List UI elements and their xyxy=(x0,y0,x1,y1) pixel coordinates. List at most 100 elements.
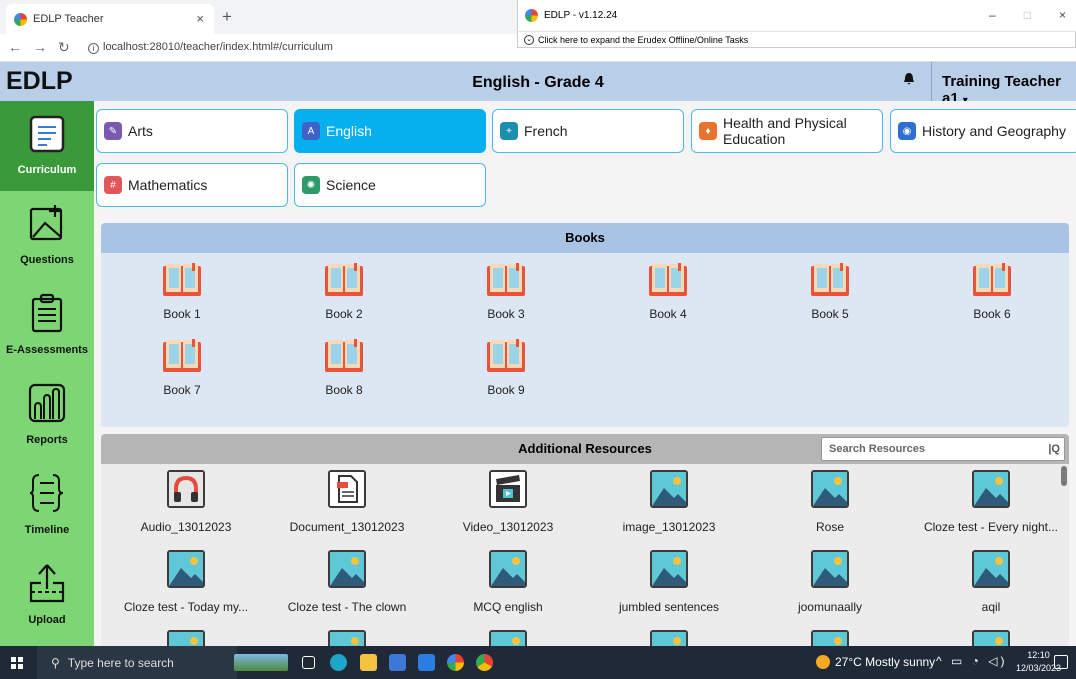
book-item[interactable]: Book 1 xyxy=(122,263,242,321)
weather-text: 27°C Mostly sunny xyxy=(835,655,936,669)
file-explorer-icon[interactable] xyxy=(360,654,377,671)
sidebar-item-label: Questions xyxy=(20,254,74,266)
book-icon xyxy=(122,339,242,373)
subject-arts[interactable]: ✎ Arts xyxy=(96,109,288,153)
resource-item[interactable]: image_13012023 xyxy=(589,470,749,534)
sidebar-item-reports[interactable]: Reports xyxy=(0,371,94,461)
resource-item[interactable]: jumbled sentences xyxy=(589,550,749,614)
book-icon xyxy=(446,339,566,373)
edge-browser-icon[interactable] xyxy=(330,654,347,671)
edlp-app-icon[interactable] xyxy=(447,654,464,671)
book-icon xyxy=(284,339,404,373)
resource-item[interactable]: aqil xyxy=(911,550,1071,614)
overlay-title-text: EDLP - v1.12.24 xyxy=(544,10,618,21)
resource-item[interactable]: MCQ english xyxy=(428,550,588,614)
url-field[interactable]: i localhost:28010/teacher/index.html#/cur… xyxy=(88,41,333,54)
image-icon xyxy=(811,630,849,646)
taskbar-search-box[interactable]: ⚲ Type here to search xyxy=(37,646,237,679)
image-icon xyxy=(650,470,688,508)
sidebar-item-curriculum[interactable]: Curriculum xyxy=(0,101,94,191)
search-icon[interactable]: |Q xyxy=(1048,438,1060,460)
resource-item-partial[interactable] xyxy=(750,630,910,646)
store-icon[interactable] xyxy=(389,654,406,671)
image-icon xyxy=(167,550,205,588)
browser-tab[interactable]: EDLP Teacher × xyxy=(6,4,214,34)
system-tray[interactable]: ^ ▭ ◔ ◁) xyxy=(936,654,1007,668)
image-icon xyxy=(811,550,849,588)
resource-label: Audio_13012023 xyxy=(140,520,232,534)
resource-label: Cloze test - Every night... xyxy=(923,520,1059,534)
book-item[interactable]: Book 4 xyxy=(608,263,728,321)
books-header: Books xyxy=(101,223,1069,253)
info-icon[interactable]: i xyxy=(88,43,99,54)
calculator-icon: # xyxy=(104,176,122,194)
back-arrow-icon[interactable]: ← xyxy=(8,39,22,55)
sidebar-item-timeline[interactable]: Timeline xyxy=(0,461,94,551)
headphones-icon xyxy=(167,470,205,508)
sun-cloud-icon xyxy=(816,655,830,669)
subject-science[interactable]: ✺ Science xyxy=(294,163,486,207)
resource-item-partial[interactable] xyxy=(106,630,266,646)
task-view-icon[interactable] xyxy=(302,656,315,669)
book-item[interactable]: Book 2 xyxy=(284,263,404,321)
sidebar-item-label: E-Assessments xyxy=(6,344,88,356)
subject-history-and-geography[interactable]: ◉ History and Geography xyxy=(890,109,1076,153)
french-icon: + xyxy=(500,122,518,140)
maximize-button[interactable]: □ xyxy=(1024,8,1031,22)
resource-item[interactable]: Cloze test - Today my... xyxy=(106,550,266,614)
sidebar-item-e-assessments[interactable]: E-Assessments xyxy=(0,281,94,371)
book-icon xyxy=(122,263,242,297)
resource-label: Rose xyxy=(815,520,844,534)
resources-header: Additional Resources Search Resources |Q xyxy=(101,434,1069,464)
book-item[interactable]: Book 6 xyxy=(932,263,1052,321)
book-item[interactable]: Book 8 xyxy=(284,339,404,397)
book-item[interactable]: Book 5 xyxy=(770,263,890,321)
resource-item[interactable]: Document_13012023 xyxy=(267,470,427,534)
english-book-icon: A xyxy=(302,122,320,140)
close-button[interactable]: × xyxy=(1059,8,1066,22)
resource-item[interactable]: Rose xyxy=(750,470,910,534)
sidebar-item-questions[interactable]: Questions xyxy=(0,191,94,281)
book-label: Book 1 xyxy=(163,307,201,321)
subject-mathematics[interactable]: # Mathematics xyxy=(96,163,288,207)
book-item[interactable]: Book 3 xyxy=(446,263,566,321)
reload-icon[interactable]: ↻ xyxy=(58,39,70,56)
notification-icon[interactable] xyxy=(1054,655,1068,669)
image-icon xyxy=(328,550,366,588)
book-icon xyxy=(770,263,890,297)
mail-icon[interactable] xyxy=(418,654,435,671)
upload-icon xyxy=(29,564,65,603)
image-icon xyxy=(972,470,1010,508)
search-resources-input[interactable]: Search Resources |Q xyxy=(821,437,1065,461)
resource-item-partial[interactable] xyxy=(428,630,588,646)
forward-arrow-icon[interactable]: → xyxy=(33,39,47,55)
resource-item-partial[interactable] xyxy=(911,630,1071,646)
search-highlight-icon[interactable] xyxy=(234,654,288,671)
sidebar-item-upload[interactable]: Upload xyxy=(0,551,94,641)
image-icon xyxy=(489,630,527,646)
image-icon xyxy=(811,470,849,508)
taskbar-search-text: Type here to search xyxy=(67,655,174,670)
chrome-icon[interactable] xyxy=(476,654,493,671)
windows-start-icon[interactable] xyxy=(11,657,23,669)
overlay-expand-bar[interactable]: ⌄ Click here to expand the Erudex Offlin… xyxy=(517,32,1076,48)
book-item[interactable]: Book 9 xyxy=(446,339,566,397)
weather-widget[interactable]: 27°C Mostly sunny xyxy=(816,655,935,669)
minimize-button[interactable]: – xyxy=(989,8,996,22)
resources-scrollbar[interactable] xyxy=(1061,464,1067,646)
resource-item[interactable]: Video_13012023 xyxy=(428,470,588,534)
resource-item[interactable]: joomunaally xyxy=(750,550,910,614)
resource-item[interactable]: Cloze test - Every night... xyxy=(911,470,1071,534)
resource-item[interactable]: Audio_13012023 xyxy=(106,470,266,534)
resource-item[interactable]: Cloze test - The clown xyxy=(267,550,427,614)
resource-item-partial[interactable] xyxy=(589,630,749,646)
subject-english[interactable]: A English xyxy=(294,109,486,153)
subject-french[interactable]: + French xyxy=(492,109,684,153)
tab-close-icon[interactable]: × xyxy=(196,11,204,26)
bell-icon[interactable] xyxy=(903,72,915,86)
subject-health-and-physical-education[interactable]: ♦ Health and Physical Education xyxy=(691,109,883,153)
scrollbar-thumb[interactable] xyxy=(1061,466,1067,486)
book-item[interactable]: Book 7 xyxy=(122,339,242,397)
resource-item-partial[interactable] xyxy=(267,630,427,646)
new-tab-button[interactable]: + xyxy=(222,7,232,27)
